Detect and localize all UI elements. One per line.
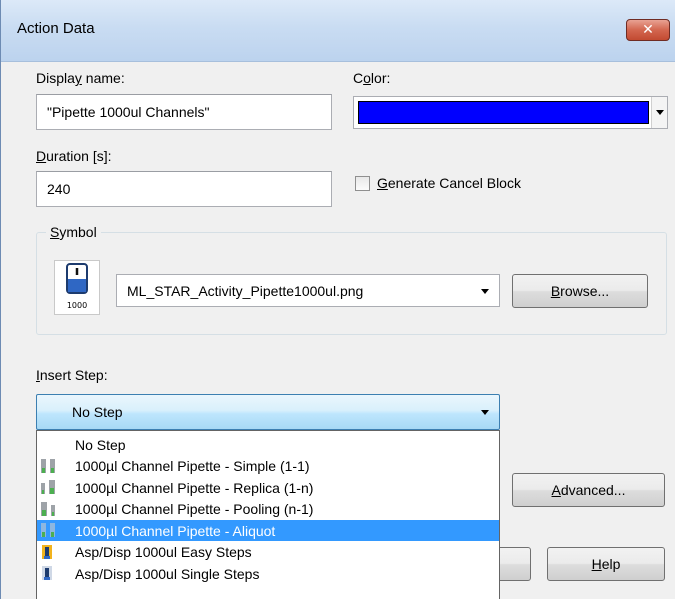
display-name-value: "Pipette 1000ul Channels" bbox=[47, 104, 210, 120]
window-title: Action Data bbox=[17, 20, 95, 37]
pipette-simple-icon bbox=[39, 458, 69, 475]
browse-button[interactable]: Browse... bbox=[512, 274, 648, 308]
generate-cancel-block-checkbox[interactable] bbox=[355, 176, 370, 191]
dropdown-option[interactable]: 1000µl Channel Pipette - Replica (1-n) bbox=[37, 477, 499, 498]
chevron-down-icon bbox=[481, 410, 489, 415]
display-name-input[interactable]: "Pipette 1000ul Channels" bbox=[36, 94, 332, 130]
pipette-replica-icon bbox=[39, 479, 69, 496]
color-swatch bbox=[358, 101, 649, 124]
dropdown-option[interactable]: 1000µl Channel Pipette - Aliquot bbox=[37, 520, 499, 541]
pipette-aliquot-icon bbox=[39, 522, 69, 539]
duration-input[interactable]: 240 bbox=[36, 171, 332, 207]
action-data-dialog: Action Data ✕ Display name: "Pipette 100… bbox=[0, 0, 675, 599]
dropdown-option-label: 1000µl Channel Pipette - Replica (1-n) bbox=[75, 479, 314, 496]
insert-step-label: Insert Step: bbox=[36, 367, 108, 383]
symbol-file-value: ML_STAR_Activity_Pipette1000ul.png bbox=[127, 282, 364, 299]
dropdown-option-label: Asp/Disp 1000ul Easy Steps bbox=[75, 544, 252, 560]
color-label: Color: bbox=[353, 70, 391, 86]
pipette-pooling-icon bbox=[39, 501, 69, 518]
single-steps-icon bbox=[39, 565, 69, 582]
color-dropdown-arrow[interactable] bbox=[651, 97, 667, 128]
dropdown-option-label: 1000µl Channel Pipette - Simple (1-1) bbox=[75, 458, 310, 474]
symbol-caption: 1000 bbox=[67, 301, 87, 310]
close-button[interactable]: ✕ bbox=[626, 19, 670, 41]
generate-cancel-block-label[interactable]: Generate Cancel Block bbox=[377, 175, 521, 191]
dropdown-option-label: 1000µl Channel Pipette - Pooling (n-1) bbox=[75, 501, 314, 517]
dropdown-option[interactable]: Asp/Disp 1000ul Easy Steps bbox=[37, 542, 499, 563]
advanced-button[interactable]: Advanced... bbox=[512, 473, 665, 507]
duration-label: Duration [s]: bbox=[36, 148, 112, 164]
close-icon: ✕ bbox=[642, 22, 654, 38]
dropdown-option[interactable]: 1000µl Channel Pipette - Pooling (n-1) bbox=[37, 499, 499, 520]
chevron-down-icon bbox=[481, 288, 489, 294]
display-name-label: Display name: bbox=[36, 70, 125, 86]
chevron-down-icon bbox=[655, 110, 664, 115]
title-bar[interactable]: Action Data ✕ bbox=[1, 0, 675, 62]
dropdown-option-label: Asp/Disp 1000ul Single Steps bbox=[75, 565, 260, 582]
insert-step-dropdown-list[interactable]: No Step 1000µl Channel Pipette - Simple (… bbox=[36, 430, 500, 599]
symbol-file-select[interactable]: ML_STAR_Activity_Pipette1000ul.png bbox=[116, 274, 500, 307]
dialog-content: Display name: "Pipette 1000ul Channels" … bbox=[1, 62, 675, 599]
easy-steps-icon bbox=[39, 544, 69, 561]
dropdown-option-label: No Step bbox=[75, 436, 126, 453]
dropdown-option[interactable]: Asp/Disp 1000ul Single Steps bbox=[37, 563, 499, 584]
dropdown-option[interactable]: No Step bbox=[37, 434, 499, 455]
symbol-group-label: Symbol bbox=[46, 224, 101, 240]
insert-step-value: No Step bbox=[72, 404, 123, 420]
pipette-1000-symbol-icon: 1000 bbox=[54, 260, 100, 315]
insert-step-select[interactable]: No Step bbox=[36, 394, 500, 430]
dropdown-option[interactable]: 1000µl Channel Pipette - Simple (1-1) bbox=[37, 456, 499, 477]
duration-value: 240 bbox=[47, 181, 71, 197]
dropdown-option-label: 1000µl Channel Pipette - Aliquot bbox=[75, 522, 276, 539]
help-button[interactable]: Help bbox=[547, 547, 665, 581]
color-select[interactable] bbox=[353, 96, 668, 129]
